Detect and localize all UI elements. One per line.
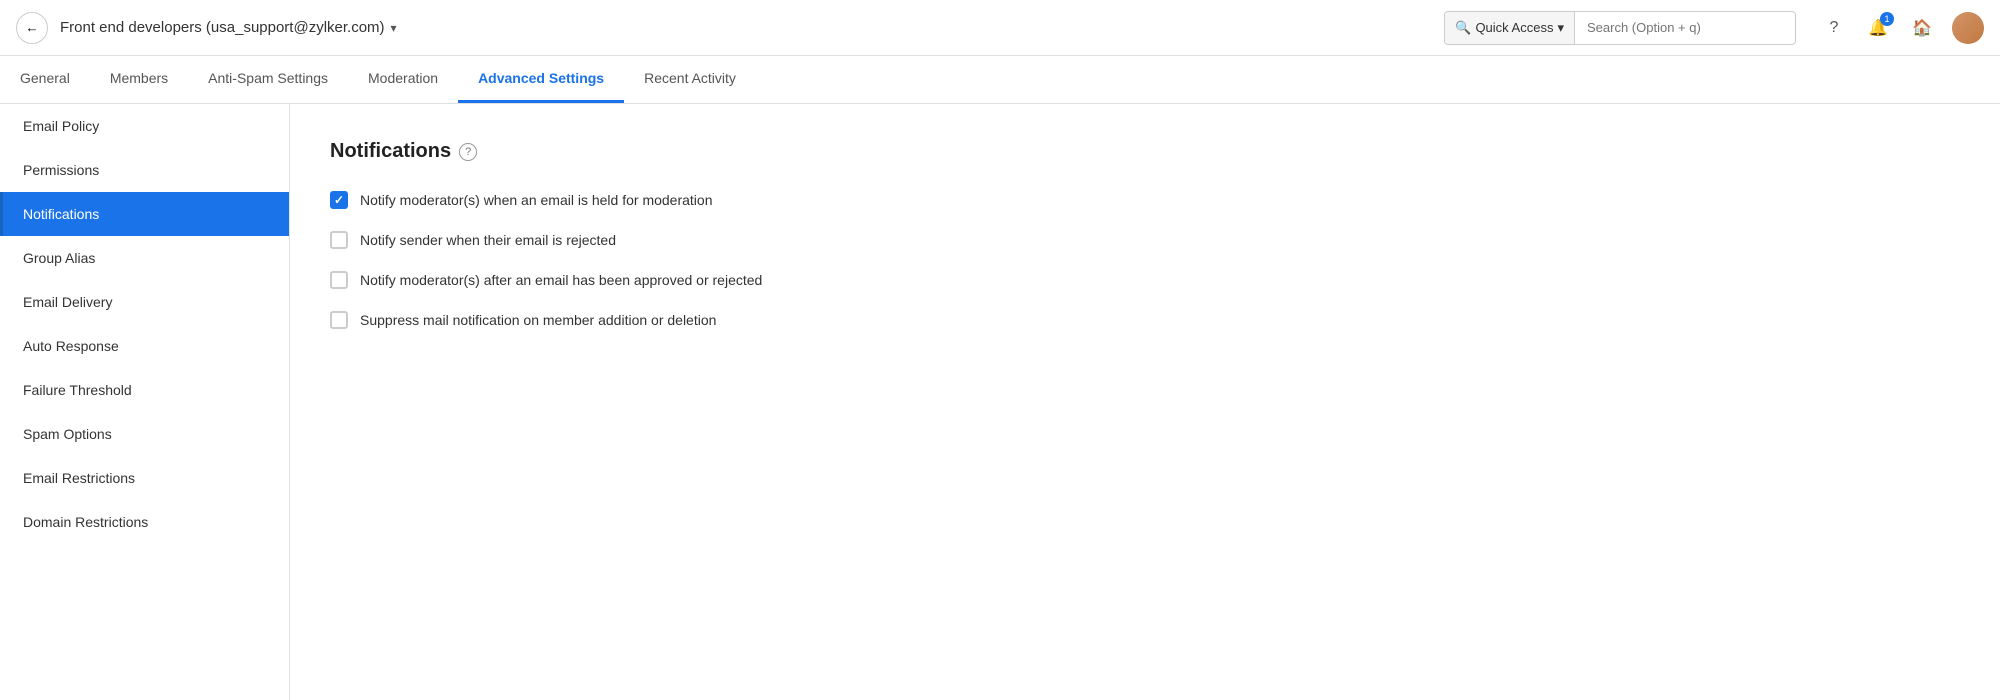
tab-members[interactable]: Members [90, 56, 188, 103]
search-icon: 🔍 [1455, 20, 1471, 36]
search-area: 🔍 Quick Access ▾ [1444, 11, 1796, 45]
back-button[interactable]: ← [16, 12, 48, 44]
sidebar-item-notifications[interactable]: Notifications [0, 192, 289, 236]
content-area: Notifications ? Notify moderator(s) when… [290, 104, 2000, 700]
checkbox-label-notify-moderator-held: Notify moderator(s) when an email is hel… [360, 192, 713, 208]
notifications-icon-button[interactable]: 🔔 1 [1864, 14, 1892, 42]
checkbox-notify-moderator-held[interactable] [330, 191, 348, 209]
sidebar-item-spam-options[interactable]: Spam Options [0, 412, 289, 456]
tabbar: General Members Anti-Spam Settings Moder… [0, 56, 2000, 104]
sidebar-item-failure-threshold[interactable]: Failure Threshold [0, 368, 289, 412]
quick-access-label: Quick Access [1475, 20, 1553, 35]
tab-anti-spam[interactable]: Anti-Spam Settings [188, 56, 348, 103]
checkbox-label-notify-sender-rejected: Notify sender when their email is reject… [360, 232, 616, 248]
tab-advanced-settings[interactable]: Advanced Settings [458, 56, 624, 103]
checkbox-item-notify-moderator-held: Notify moderator(s) when an email is hel… [330, 191, 1960, 209]
main-layout: Email Policy Permissions Notifications G… [0, 104, 2000, 700]
avatar-image [1952, 12, 1984, 44]
checkbox-notify-moderator-approved[interactable] [330, 271, 348, 289]
checkbox-suppress-member-notification[interactable] [330, 311, 348, 329]
group-title-text: Front end developers (usa_support@zylker… [60, 19, 385, 36]
notification-badge: 1 [1880, 12, 1894, 26]
home-icon: 🏠 [1912, 18, 1932, 38]
section-title-text: Notifications [330, 140, 451, 163]
sidebar-item-auto-response[interactable]: Auto Response [0, 324, 289, 368]
topbar: ← Front end developers (usa_support@zylk… [0, 0, 2000, 56]
tab-general[interactable]: General [0, 56, 90, 103]
sidebar: Email Policy Permissions Notifications G… [0, 104, 290, 700]
sidebar-item-permissions[interactable]: Permissions [0, 148, 289, 192]
back-icon: ← [25, 20, 38, 35]
checkbox-item-notify-moderator-approved: Notify moderator(s) after an email has b… [330, 271, 1960, 289]
sidebar-item-email-policy[interactable]: Email Policy [0, 104, 289, 148]
checkbox-label-suppress-member-notification: Suppress mail notification on member add… [360, 312, 716, 328]
help-icon-button[interactable]: ? [1820, 14, 1848, 42]
sidebar-item-group-alias[interactable]: Group Alias [0, 236, 289, 280]
sidebar-item-email-restrictions[interactable]: Email Restrictions [0, 456, 289, 500]
checkbox-item-notify-sender-rejected: Notify sender when their email is reject… [330, 231, 1960, 249]
checkbox-label-notify-moderator-approved: Notify moderator(s) after an email has b… [360, 272, 762, 288]
sidebar-item-email-delivery[interactable]: Email Delivery [0, 280, 289, 324]
home-icon-button[interactable]: 🏠 [1908, 14, 1936, 42]
checkbox-notify-sender-rejected[interactable] [330, 231, 348, 249]
search-input[interactable] [1575, 20, 1795, 35]
quick-access-chevron: ▾ [1557, 20, 1564, 36]
quick-access-button[interactable]: 🔍 Quick Access ▾ [1445, 12, 1575, 44]
checkbox-item-suppress-member-notification: Suppress mail notification on member add… [330, 311, 1960, 329]
sidebar-item-domain-restrictions[interactable]: Domain Restrictions [0, 500, 289, 544]
tab-moderation[interactable]: Moderation [348, 56, 458, 103]
notifications-help-icon[interactable]: ? [459, 143, 477, 161]
tab-recent-activity[interactable]: Recent Activity [624, 56, 756, 103]
group-title[interactable]: Front end developers (usa_support@zylker… [60, 19, 397, 36]
topbar-icons: ? 🔔 1 🏠 [1820, 12, 1984, 44]
help-icon: ? [1830, 19, 1839, 37]
section-title-notifications: Notifications ? [330, 140, 1960, 163]
avatar[interactable] [1952, 12, 1984, 44]
group-title-chevron: ▾ [391, 21, 397, 35]
